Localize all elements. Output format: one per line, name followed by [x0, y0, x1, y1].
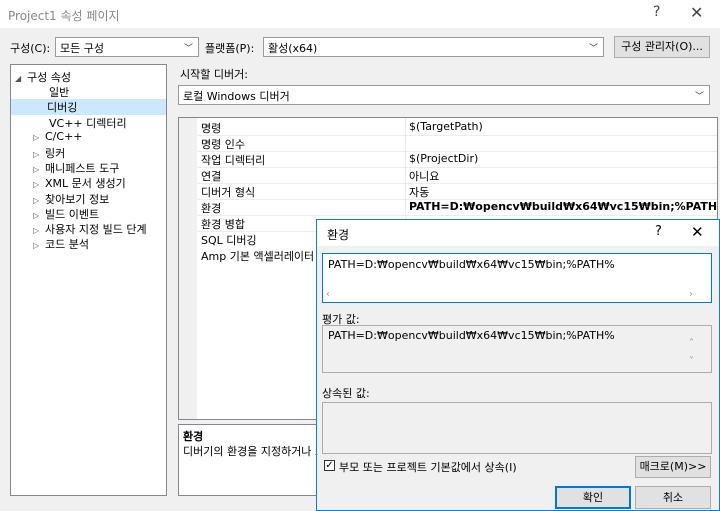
inherited-values-box	[322, 402, 712, 454]
macro-button[interactable]: 매크로(M)>>	[635, 456, 711, 478]
property-name: 명령	[201, 122, 222, 135]
property-value: 자동	[409, 186, 430, 199]
tree-item-label: 링커	[45, 147, 66, 160]
property-row[interactable]: 연결 아니요	[197, 167, 717, 184]
tree-item[interactable]: ▷ 매니페스트 도구	[33, 160, 119, 176]
property-name: 명령 인수	[201, 138, 245, 151]
dialog-title-bar: 환경 ? ✕	[317, 220, 719, 246]
title-bar: Project1 속성 페이지 ? ✕	[0, 0, 720, 28]
tree-item[interactable]: 일반	[49, 84, 69, 100]
tree-item-label: 찾아보기 정보	[45, 192, 110, 206]
evaluated-value-box: PATH=D:₩opencv₩build₩x64₩vc15₩bin;%PATH%…	[322, 325, 712, 373]
property-value: PATH=D:₩opencv₩build₩x64₩vc15₩bin;%PATH%…	[409, 200, 718, 213]
tree-item[interactable]: ▷ 빌드 이벤트	[33, 206, 99, 222]
tree-item[interactable]: VC++ 디렉터리	[49, 115, 127, 131]
property-name: SQL 디버깅	[201, 234, 257, 247]
environment-input[interactable]: PATH=D:₩opencv₩build₩x64₩vc15₩bin;%PATH%…	[322, 253, 712, 303]
property-tree: ◢ 구성 속성 일반 디버깅 VC++ 디렉터리 ▷ C/C++ ▷ 링커 ▷ 매니페스트 도구 ▷ X…	[10, 64, 167, 496]
tree-item-label: 구성 속성	[27, 71, 71, 84]
tree-item-label: 디버깅	[47, 101, 78, 115]
debugger-label: 시작할 디버거:	[180, 68, 248, 81]
property-name: 디버거 형식	[201, 186, 256, 199]
property-name: 환경 병합	[201, 218, 245, 231]
tree-item[interactable]: ▷ 찾아보기 정보	[33, 191, 109, 207]
property-row[interactable]: 작업 디렉터리 $(ProjectDir)	[197, 151, 717, 168]
property-row[interactable]: 명령 인수	[197, 135, 717, 152]
tree-item[interactable]: 디버깅	[11, 99, 166, 116]
tree-item[interactable]: ▷ 코드 분석	[33, 236, 89, 252]
tree-item-label: 빌드 이벤트	[45, 207, 100, 221]
collapsed-triangle-icon[interactable]: ▷	[33, 150, 45, 159]
help-icon[interactable]: ?	[653, 4, 660, 20]
inherit-checkbox[interactable]: ✓	[324, 460, 335, 471]
tree-item[interactable]: ▷ 링커	[33, 145, 65, 161]
chevron-down-icon: ﹀	[183, 44, 193, 54]
property-name: 연결	[201, 170, 222, 183]
property-value: $(ProjectDir)	[409, 152, 479, 165]
close-icon[interactable]: ✕	[690, 3, 703, 22]
tree-item[interactable]: ▷ C/C++	[33, 130, 83, 143]
collapsed-triangle-icon[interactable]: ▷	[33, 241, 45, 250]
config-manager-button[interactable]: 구성 관리자(O)...	[614, 36, 710, 58]
property-name: Amp 기본 액셀러레이터	[201, 250, 315, 263]
scroll-right-icon[interactable]: ›	[689, 289, 693, 300]
environment-dialog: 환경 ? ✕ PATH=D:₩opencv₩build₩x64₩vc15₩bin…	[316, 219, 720, 511]
tree-item[interactable]: ▷ 사용자 지정 빌드 단계	[33, 221, 147, 237]
platform-value: 활성(x64)	[268, 42, 318, 55]
inherit-checkbox-label: 부모 또는 프로젝트 기본값에서 상속(I)	[339, 461, 517, 474]
description-text: 디버기의 환경을 지정하거나 꼬	[183, 445, 326, 458]
property-row[interactable]: 명령 $(TargetPath)	[197, 119, 717, 136]
collapsed-triangle-icon[interactable]: ▷	[33, 165, 45, 174]
close-icon[interactable]: ✕	[691, 223, 704, 241]
cancel-button[interactable]: 취소	[635, 486, 711, 509]
platform-select[interactable]: 활성(x64) ﹀	[263, 37, 604, 57]
description-title: 환경	[183, 430, 204, 443]
tree-item[interactable]: ◢ 구성 속성	[15, 69, 71, 85]
property-name: 작업 디렉터리	[201, 154, 266, 167]
window-title: Project1 속성 페이지	[8, 9, 120, 23]
tree-item[interactable]: ▷ XML 문서 생성기	[33, 175, 126, 191]
property-value: 아니요	[409, 170, 440, 183]
description-panel: 환경 디버기의 환경을 지정하거나 꼬	[178, 424, 328, 496]
tree-item-label: C/C++	[45, 129, 83, 143]
chevron-down-icon: ﹀	[694, 92, 704, 102]
property-value: $(TargetPath)	[409, 120, 483, 133]
platform-label: 플랫폼(P):	[205, 42, 255, 55]
collapsed-triangle-icon[interactable]: ▷	[33, 226, 45, 235]
debugger-value: 로컬 Windows 디버거	[183, 90, 290, 103]
tree-item-label: XML 문서 생성기	[45, 177, 126, 191]
tree-item-label: 매니페스트 도구	[45, 162, 120, 176]
scroll-left-icon[interactable]: ‹	[326, 289, 330, 300]
scroll-down-icon[interactable]: ˅	[689, 356, 694, 367]
property-row[interactable]: 디버거 형식 자동	[197, 183, 717, 200]
collapsed-triangle-icon[interactable]: ▷	[33, 211, 45, 220]
property-row[interactable]: 환경 PATH=D:₩opencv₩build₩x64₩vc15₩bin;%PAT…	[197, 199, 718, 216]
collapsed-triangle-icon[interactable]: ▷	[33, 196, 45, 205]
collapsed-triangle-icon[interactable]: ▷	[33, 133, 45, 142]
tree-item-label: 사용자 지정 빌드 단계	[45, 223, 147, 236]
property-name: 환경	[201, 202, 222, 215]
chevron-down-icon: ﹀	[588, 44, 598, 54]
grid-gutter	[179, 118, 197, 419]
scroll-up-icon[interactable]: ˄	[689, 338, 694, 349]
debugger-select[interactable]: 로컬 Windows 디버거 ﹀	[178, 85, 710, 105]
ok-button[interactable]: 확인	[555, 486, 631, 509]
tree-item-label: 일반	[49, 86, 70, 100]
grid-column-divider[interactable]	[405, 118, 406, 230]
config-value: 모든 구성	[60, 42, 104, 55]
tree-item-label: 코드 분석	[45, 238, 89, 252]
tree-item-label: VC++ 디렉터리	[49, 116, 127, 130]
inherited-label: 상속된 값:	[322, 387, 370, 400]
config-label: 구성(C):	[10, 42, 51, 55]
dialog-title: 환경	[327, 228, 350, 242]
evaluated-value: PATH=D:₩opencv₩build₩x64₩vc15₩bin;%PATH%	[328, 329, 615, 342]
collapsed-triangle-icon[interactable]: ▷	[33, 180, 45, 189]
help-icon[interactable]: ?	[655, 224, 662, 239]
environment-value: PATH=D:₩opencv₩build₩x64₩vc15₩bin;%PATH%	[328, 258, 615, 271]
config-select[interactable]: 모든 구성 ﹀	[55, 37, 199, 57]
expanded-triangle-icon[interactable]: ◢	[15, 74, 27, 83]
